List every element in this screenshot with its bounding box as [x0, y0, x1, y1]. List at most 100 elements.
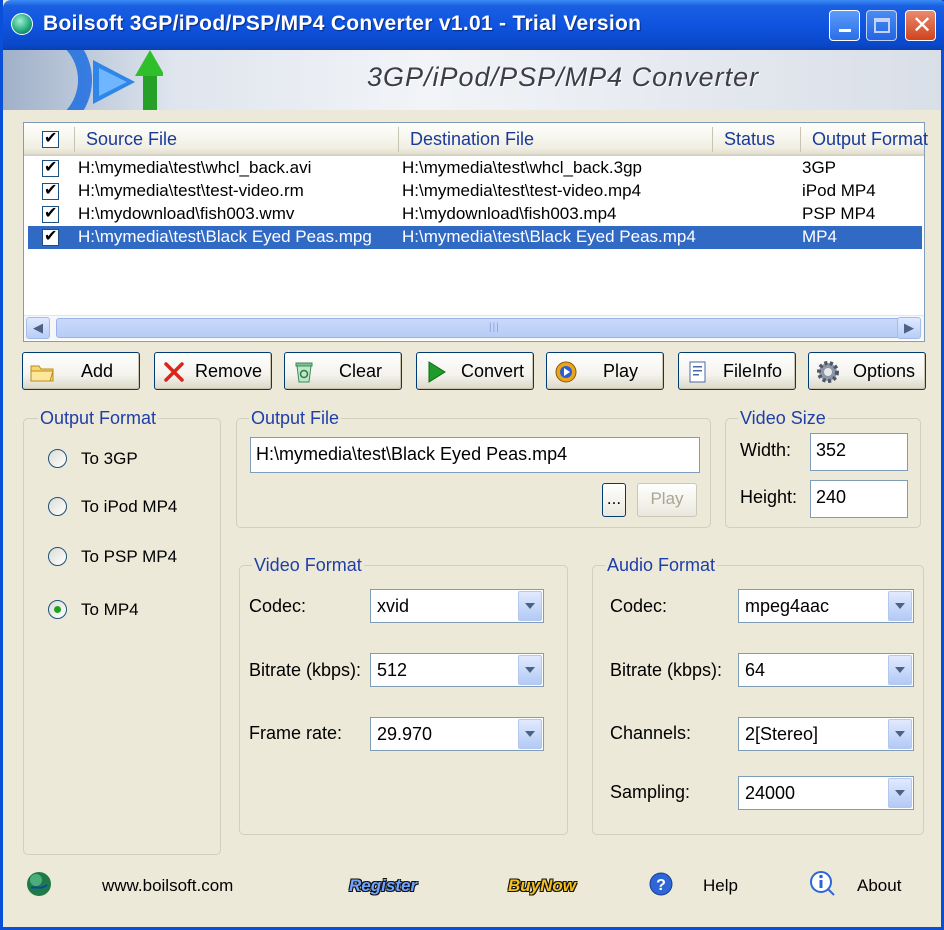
- about-link[interactable]: About: [857, 876, 901, 896]
- minimize-button[interactable]: [829, 10, 860, 41]
- close-button[interactable]: ✕: [905, 10, 936, 41]
- audio-format-title: Audio Format: [605, 555, 718, 576]
- radio-to-mp4[interactable]: To MP4: [48, 600, 139, 619]
- scroll-right-button[interactable]: ▶: [897, 317, 921, 339]
- close-icon: ✕: [912, 12, 933, 39]
- help-icon[interactable]: ?: [648, 871, 674, 897]
- select-value: xvid: [377, 596, 410, 616]
- column-header-status[interactable]: Status: [724, 129, 775, 150]
- help-link[interactable]: Help: [703, 876, 738, 896]
- column-divider[interactable]: [712, 127, 713, 152]
- info-icon[interactable]: [808, 869, 836, 897]
- list-row-selected[interactable]: H:\mymedia\test\Black Eyed Peas.mpg H:\m…: [28, 226, 922, 249]
- video-codec-label: Codec:: [249, 596, 307, 616]
- clear-label: Clear: [339, 361, 383, 381]
- channels-select[interactable]: 2[Stereo]: [738, 717, 914, 751]
- output-file-title: Output File: [249, 408, 342, 429]
- column-header-destination[interactable]: Destination File: [410, 129, 534, 150]
- row-checkbox[interactable]: [42, 203, 59, 223]
- output-file-input[interactable]: H:\mymedia\test\Black Eyed Peas.mp4: [250, 437, 700, 473]
- output-play-button[interactable]: Play: [637, 483, 697, 517]
- output-format-title: Output Format: [38, 408, 159, 429]
- column-header-output-format[interactable]: Output Format: [812, 129, 928, 150]
- add-label: Add: [81, 361, 114, 381]
- output-format-group: Output Format To 3GP To iPod MP4 To PSP …: [23, 408, 221, 855]
- convert-button[interactable]: Convert: [416, 352, 534, 390]
- row-destination: H:\mydownload\fish003.mp4: [402, 204, 617, 223]
- height-label: Height:: [740, 487, 798, 507]
- audio-bitrate-select[interactable]: 64: [738, 653, 914, 687]
- title-bar[interactable]: Boilsoft 3GP/iPod/PSP/MP4 Converter v1.0…: [3, 0, 944, 50]
- width-input[interactable]: 352: [810, 433, 908, 471]
- radio-to-ipod-mp4[interactable]: To iPod MP4: [48, 497, 177, 516]
- horizontal-scrollbar[interactable]: ◀ ||| ▶: [24, 315, 924, 340]
- scroll-grip-icon: |||: [489, 322, 500, 333]
- output-file-group: Output File H:\mymedia\test\Black Eyed P…: [236, 408, 711, 528]
- column-divider[interactable]: [800, 127, 801, 152]
- row-destination: H:\mymedia\test\test-video.mp4: [402, 181, 642, 200]
- options-button[interactable]: Options: [808, 352, 926, 390]
- document-info-icon: [689, 361, 706, 383]
- scroll-left-button[interactable]: ◀: [26, 317, 50, 339]
- chevron-down-icon[interactable]: [518, 719, 542, 749]
- play-label: Play: [603, 361, 639, 381]
- sampling-select[interactable]: 24000: [738, 776, 914, 810]
- row-source: H:\mymedia\test\whcl_back.avi: [78, 158, 312, 177]
- add-button[interactable]: Add: [22, 352, 140, 390]
- video-bitrate-select[interactable]: 512: [370, 653, 544, 687]
- fileinfo-button[interactable]: FileInfo: [678, 352, 796, 390]
- channels-label: Channels:: [610, 723, 692, 743]
- chevron-down-icon[interactable]: [518, 591, 542, 621]
- row-checkbox[interactable]: [42, 226, 59, 246]
- select-value: mpeg4aac: [745, 596, 830, 616]
- row-checkbox[interactable]: [42, 157, 59, 177]
- row-format: PSP MP4: [802, 204, 876, 223]
- register-link[interactable]: Register: [349, 876, 417, 896]
- chevron-down-icon[interactable]: [888, 778, 912, 808]
- globe-icon[interactable]: [25, 870, 53, 898]
- app-icon[interactable]: [11, 13, 33, 35]
- video-codec-select[interactable]: xvid: [370, 589, 544, 623]
- minimize-icon: [839, 29, 851, 32]
- column-header-source[interactable]: Source File: [86, 129, 177, 150]
- banner-title: 3GP/iPod/PSP/MP4 Converter: [367, 62, 760, 92]
- width-label: Width:: [740, 440, 792, 460]
- play-button[interactable]: Play: [546, 352, 664, 390]
- column-divider[interactable]: [398, 127, 399, 152]
- framerate-label: Frame rate:: [249, 723, 343, 743]
- framerate-select[interactable]: 29.970: [370, 717, 544, 751]
- select-value: 29.970: [377, 724, 433, 744]
- height-input[interactable]: 240: [810, 480, 908, 518]
- select-all-checkbox[interactable]: [42, 128, 59, 148]
- list-row[interactable]: H:\mymedia\test\whcl_back.avi H:\mymedia…: [28, 157, 922, 180]
- list-row[interactable]: H:\mydownload\fish003.wmv H:\mydownload\…: [28, 203, 922, 226]
- audio-bitrate-label: Bitrate (kbps):: [610, 660, 723, 680]
- column-divider[interactable]: [74, 127, 75, 152]
- website-link[interactable]: www.boilsoft.com: [102, 876, 233, 896]
- browse-button[interactable]: ...: [602, 483, 626, 517]
- chevron-down-icon[interactable]: [888, 655, 912, 685]
- chevron-down-icon[interactable]: [888, 591, 912, 621]
- chevron-down-icon[interactable]: [888, 719, 912, 749]
- play-arrow-icon: [428, 361, 446, 383]
- logo-icon: [66, 50, 163, 110]
- file-list[interactable]: Source File Destination File Status Outp…: [23, 122, 928, 342]
- remove-button[interactable]: Remove: [154, 352, 272, 390]
- chevron-down-icon[interactable]: [518, 655, 542, 685]
- row-checkbox[interactable]: [42, 180, 59, 200]
- radio-to-3gp[interactable]: To 3GP: [48, 449, 138, 468]
- clear-button[interactable]: Clear: [284, 352, 402, 390]
- maximize-icon: [874, 18, 890, 33]
- scroll-thumb[interactable]: |||: [56, 318, 901, 338]
- svg-text:?: ?: [656, 877, 666, 894]
- video-bitrate-label: Bitrate (kbps):: [249, 660, 362, 680]
- radio-to-psp-mp4[interactable]: To PSP MP4: [48, 547, 177, 566]
- row-source: H:\mymedia\test\Black Eyed Peas.mpg: [78, 227, 372, 246]
- maximize-button[interactable]: [866, 10, 897, 41]
- audio-codec-select[interactable]: mpeg4aac: [738, 589, 914, 623]
- row-destination: H:\mymedia\test\whcl_back.3gp: [402, 158, 642, 177]
- buynow-link[interactable]: BuyNow: [508, 876, 576, 896]
- list-row[interactable]: H:\mymedia\test\test-video.rm H:\mymedia…: [28, 180, 922, 203]
- row-format: MP4: [802, 227, 837, 246]
- video-format-group: Video Format Codec: xvid Bitrate (kbps):…: [239, 555, 568, 835]
